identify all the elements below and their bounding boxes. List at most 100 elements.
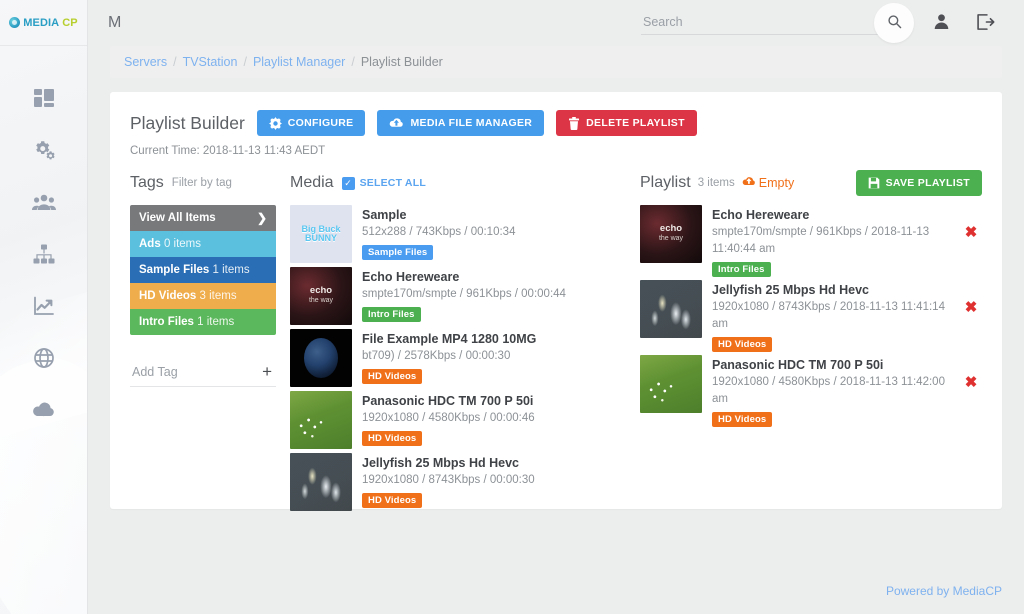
search-button[interactable] (874, 3, 914, 43)
media-file-manager-button-label: MEDIA FILE MANAGER (410, 117, 533, 129)
sidebar-nav (0, 46, 87, 436)
media-item-details: smpte170m/smpte / 961Kbps / 00:00:44 (362, 288, 566, 300)
tag-count: 3 items (199, 290, 237, 302)
breadcrumb-separator: / (351, 55, 355, 69)
logout-button[interactable] (968, 6, 1002, 40)
breadcrumb-item-servers[interactable]: Servers (124, 55, 167, 69)
sidebar-item-users[interactable] (0, 176, 87, 228)
remove-x-icon[interactable]: ✖ (960, 355, 982, 391)
trash-icon (568, 116, 580, 130)
thumb-line1: echo (659, 223, 683, 234)
media-item-meta: Sample 512x288 / 743Kbps / 00:10:34 Samp… (362, 205, 515, 263)
grass-field-thumbnail (640, 355, 702, 413)
remove-x-icon[interactable]: ✖ (960, 280, 982, 316)
sidebar-item-servers[interactable] (0, 228, 87, 280)
playlist-item-tag-badge: HD Videos (712, 337, 773, 352)
breadcrumb-item-playlist-builder: Playlist Builder (360, 55, 443, 69)
app-root: MEDIA CP M Search Servers / TVStation / … (0, 0, 1024, 614)
jellyfish-thumbnail (290, 453, 352, 511)
playlist-item-details: 1920x1080 / 8743Kbps / 2018-11-13 11:41:… (712, 301, 945, 330)
tags-title: Tags (130, 174, 164, 191)
page-title: Playlist Builder (130, 112, 245, 133)
search-input[interactable] (641, 11, 886, 35)
cloud-download-icon (32, 400, 56, 420)
media-item-tag-badge: Intro Files (362, 307, 421, 322)
playlist-item-meta: Panasonic HDC TM 700 P 50i 1920x1080 / 4… (712, 355, 950, 427)
breadcrumb-separator: / (243, 55, 247, 69)
sidebar-item-downloads[interactable] (0, 384, 87, 436)
tag-item-intro-files[interactable]: Intro Files 1 items (130, 309, 276, 335)
playlist-row[interactable]: Jellyfish 25 Mbps Hd Hevc 1920x1080 / 87… (640, 280, 982, 352)
main-area: M Servers (88, 0, 1024, 614)
gear-icon (268, 116, 282, 130)
search-icon (887, 14, 902, 32)
save-playlist-button[interactable]: SAVE PLAYLIST (855, 170, 982, 196)
sitemap-network-icon (33, 244, 55, 264)
media-list-item[interactable]: File Example MP4 1280 10MG bt709) / 2578… (290, 329, 622, 387)
chart-line-icon (33, 296, 55, 316)
powered-by-link[interactable]: Powered by MediaCP (886, 584, 1002, 598)
remove-x-icon[interactable]: ✖ (960, 205, 982, 241)
media-list-item[interactable]: Big Buck BUNNY Sample 512x288 / 743Kbps /… (290, 205, 622, 263)
playlist-count: 3 items (697, 177, 735, 189)
cloud-upload-icon (742, 176, 756, 190)
breadcrumb-item-playlist-manager[interactable]: Playlist Manager (253, 55, 345, 69)
playlist-row[interactable]: echo the way Echo Hereweare smpte170m/sm… (640, 205, 982, 277)
sidebar-item-statistics[interactable] (0, 280, 87, 332)
tag-label: Ads (139, 238, 161, 250)
add-tag-row[interactable]: Add Tag + (130, 361, 276, 387)
breadcrumb-item-tvstation[interactable]: TVStation (183, 55, 238, 69)
media-item-meta: Jellyfish 25 Mbps Hd Hevc 1920x1080 / 87… (362, 453, 535, 511)
topbar-title: M (108, 14, 122, 31)
playlist-row[interactable]: Panasonic HDC TM 700 P 50i 1920x1080 / 4… (640, 355, 982, 427)
big-buck-bunny-thumbnail: Big Buck BUNNY (290, 205, 352, 263)
sidebar-item-dashboard[interactable] (0, 72, 87, 124)
brand-name-last: CP (62, 16, 78, 29)
sidebar-item-settings[interactable] (0, 124, 87, 176)
thumb-line1: echo (309, 285, 333, 296)
playlist-header: Playlist 3 items Empty SAVE PLAYLIST (640, 170, 982, 196)
select-all-toggle[interactable]: ✓ SELECT ALL (341, 176, 426, 190)
playlist-status-badge: Empty (742, 176, 794, 190)
media-list-item[interactable]: Panasonic HDC TM 700 P 50i 1920x1080 / 4… (290, 391, 622, 449)
delete-playlist-button[interactable]: DELETE PLAYLIST (556, 110, 697, 136)
tag-item-view-all[interactable]: View All Items ❯ (130, 205, 276, 231)
search-area (641, 3, 914, 43)
tag-count: 1 items (197, 316, 235, 328)
current-time: Current Time: 2018-11-13 11:43 AEDT (130, 145, 326, 157)
playlist-item-details: smpte170m/smpte / 961Kbps / 2018-11-13 1… (712, 226, 930, 255)
breadcrumb-separator: / (173, 55, 177, 69)
account-button[interactable] (924, 6, 958, 40)
media-item-title: File Example MP4 1280 10MG (362, 332, 537, 346)
tag-item-hd-videos[interactable]: HD Videos 3 items (130, 283, 276, 309)
playlist-item-meta: Echo Hereweare smpte170m/smpte / 961Kbps… (712, 205, 950, 277)
tag-item-sample-files[interactable]: Sample Files 1 items (130, 257, 276, 283)
media-file-manager-button[interactable]: MEDIA FILE MANAGER (377, 110, 545, 136)
sidebar: MEDIA CP (0, 0, 88, 614)
media-item-title: Echo Hereweare (362, 270, 460, 284)
thumb-line2: BUNNY (304, 233, 337, 243)
tag-item-ads[interactable]: Ads 0 items (130, 231, 276, 257)
media-item-title: Panasonic HDC TM 700 P 50i (362, 394, 534, 408)
playlist-item-title: Jellyfish 25 Mbps Hd Hevc (712, 283, 870, 297)
page-header: Playlist Builder CONFIGURE MEDIA FILE MA… (130, 110, 982, 136)
brand-logo[interactable]: MEDIA CP (0, 0, 87, 46)
media-list-item[interactable]: Jellyfish 25 Mbps Hd Hevc 1920x1080 / 87… (290, 453, 622, 511)
media-item-tag-badge: Sample Files (362, 245, 434, 260)
playlist-title: Playlist (640, 174, 691, 191)
sidebar-item-network[interactable] (0, 332, 87, 384)
playlist-item-tag-badge: HD Videos (712, 412, 773, 427)
dashboard-grid-icon (33, 87, 55, 109)
tags-column: Tags Filter by tag View All Items ❯ Ads … (130, 171, 290, 515)
logout-icon (976, 13, 995, 34)
media-list-item[interactable]: echo the way Echo Hereweare smpte170m/sm… (290, 267, 622, 325)
tag-label: Intro Files (139, 316, 194, 328)
media-item-details: 512x288 / 743Kbps / 00:10:34 (362, 226, 516, 238)
add-tag-label: Add Tag (132, 365, 178, 379)
configure-button[interactable]: CONFIGURE (256, 110, 366, 136)
playlist-item-details: 1920x1080 / 4580Kbps / 2018-11-13 11:42:… (712, 376, 945, 405)
user-person-icon (933, 13, 950, 33)
tag-label: Sample Files (139, 264, 210, 276)
tag-label: HD Videos (139, 290, 197, 302)
media-item-tag-badge: HD Videos (362, 369, 423, 384)
